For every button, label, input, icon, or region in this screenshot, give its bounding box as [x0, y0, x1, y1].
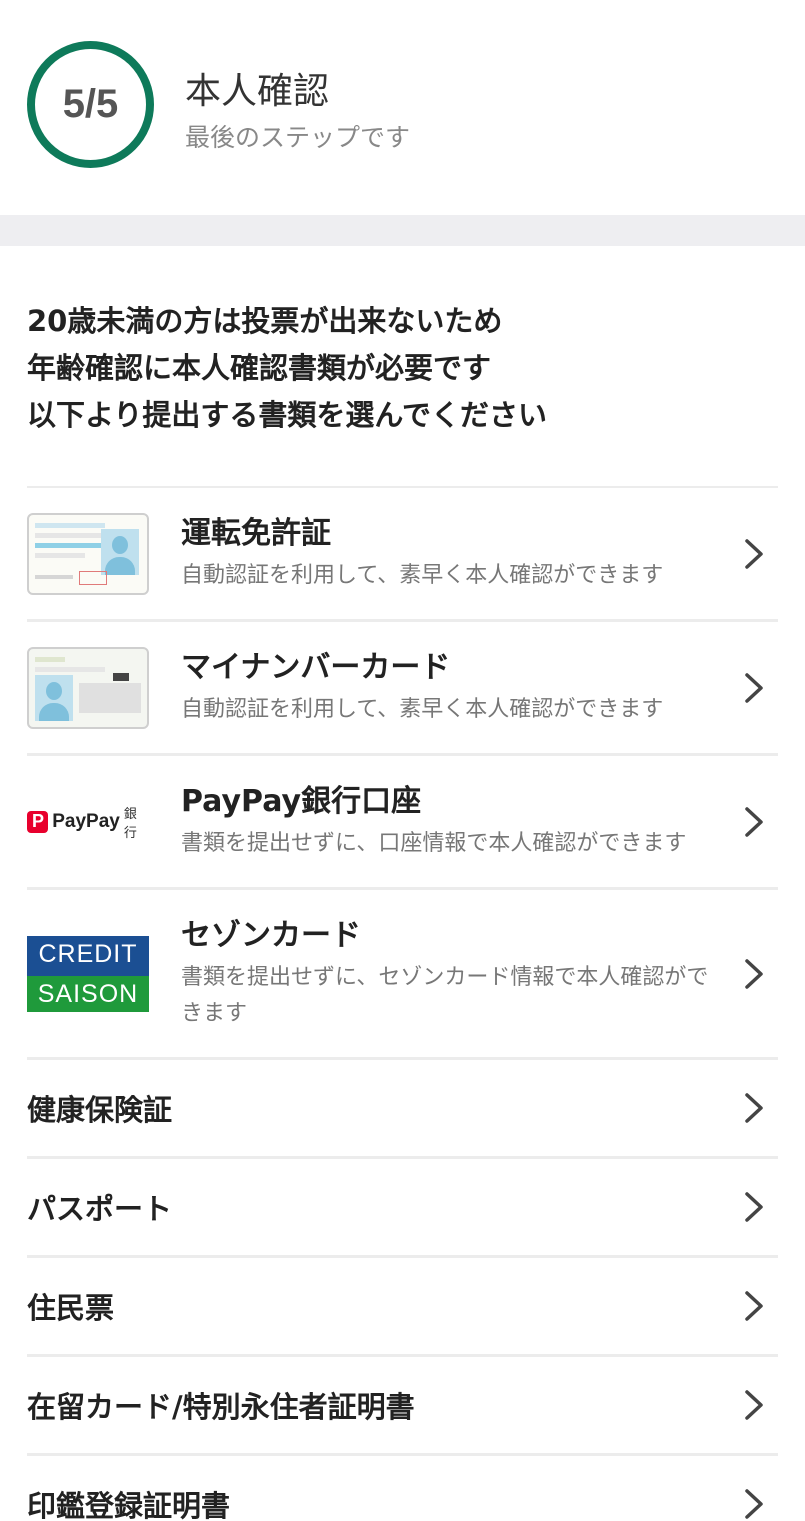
chevron-right-icon	[745, 958, 763, 989]
paypay-bank-logo: PayPay 銀行	[27, 781, 149, 863]
chevron-right-icon	[745, 1489, 763, 1519]
paypay-logo-bank: 銀行	[123, 806, 137, 841]
chevron-right-icon	[745, 1093, 763, 1123]
document-option-residence-card[interactable]: 在留カード/特別永住者証明書	[27, 1357, 778, 1456]
chevron-right-icon	[745, 672, 763, 703]
credit-saison-logo: CREDIT SAISON	[27, 933, 149, 1015]
intro-line: 20歳未満の方は投票が出来ないため	[27, 304, 503, 338]
page-subtitle: 最後のステップです	[185, 123, 411, 152]
document-title: 在留カード/特別永住者証明書	[27, 1390, 415, 1424]
intro-message: 20歳未満の方は投票が出来ないため 年齢確認に本人確認書類が必要です 以下より提…	[0, 246, 805, 486]
document-option-drivers-license[interactable]: 運転免許証 自動認証を利用して、素早く本人確認ができます	[27, 488, 778, 622]
document-title: 健康保険証	[27, 1093, 173, 1127]
document-title: 住民票	[27, 1291, 115, 1325]
document-option-my-number-card[interactable]: マイナンバーカード 自動認証を利用して、素早く本人確認ができます	[27, 622, 778, 756]
chevron-right-icon	[745, 1291, 763, 1321]
chevron-right-icon	[745, 1390, 763, 1420]
document-title: 運転免許証	[181, 515, 331, 551]
document-option-resident-record[interactable]: 住民票	[27, 1258, 778, 1357]
chevron-right-icon	[745, 538, 763, 569]
step-counter: 5/5	[62, 82, 119, 126]
document-list: 運転免許証 自動認証を利用して、素早く本人確認ができます マイナンバーカード 自…	[27, 486, 778, 1521]
document-option-seal-certificate[interactable]: 印鑑登録証明書	[27, 1456, 778, 1521]
page-title: 本人確認	[185, 71, 330, 112]
document-title: 印鑑登録証明書	[27, 1489, 231, 1521]
document-title: PayPay銀行口座	[181, 783, 422, 819]
intro-line: 以下より提出する書類を選んでください	[27, 398, 547, 432]
chevron-right-icon	[745, 806, 763, 837]
document-option-saison-card[interactable]: CREDIT SAISON セゾンカード 書類を提出せずに、セゾンカード情報で本…	[27, 890, 778, 1060]
document-description: 自動認証を利用して、素早く本人確認ができます	[181, 562, 664, 588]
intro-line: 年齢確認に本人確認書類が必要です	[27, 351, 492, 385]
section-divider	[0, 215, 805, 246]
document-option-paypay-bank[interactable]: PayPay 銀行 PayPay銀行口座 書類を提出せずに、口座情報で本人確認が…	[27, 756, 778, 890]
chevron-right-icon	[745, 1192, 763, 1222]
my-number-card-icon	[27, 646, 149, 729]
document-option-passport[interactable]: パスポート	[27, 1159, 778, 1258]
step-header: 5/5 本人確認 最後のステップです	[0, 0, 805, 215]
drivers-license-icon	[27, 512, 149, 595]
paypay-icon	[27, 810, 49, 833]
paypay-logo-text: PayPay	[52, 810, 120, 832]
document-description: 書類を提出せずに、セゾンカード情報で本人確認ができます	[181, 964, 709, 1026]
step-progress-ring: 5/5	[27, 41, 154, 168]
document-title: マイナンバーカード	[181, 649, 451, 685]
saison-logo-bottom: SAISON	[27, 975, 149, 1012]
saison-logo-top: CREDIT	[38, 939, 138, 968]
document-description: 自動認証を利用して、素早く本人確認ができます	[181, 696, 664, 722]
document-title: セゾンカード	[181, 917, 361, 953]
document-description: 書類を提出せずに、口座情報で本人確認ができます	[181, 830, 687, 856]
document-option-health-insurance[interactable]: 健康保険証	[27, 1060, 778, 1159]
document-title: パスポート	[27, 1192, 173, 1226]
